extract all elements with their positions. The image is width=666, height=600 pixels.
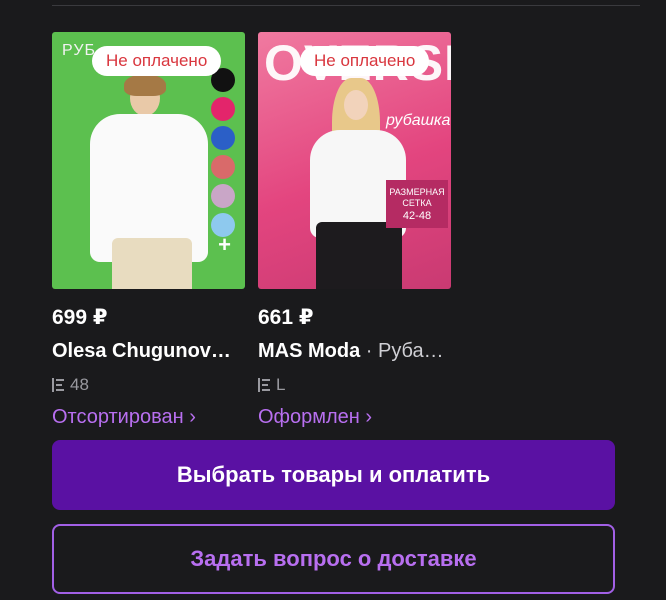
- color-swatches: [211, 68, 235, 237]
- order-status-link[interactable]: Оформлен ›: [258, 406, 451, 429]
- divider: [52, 5, 640, 6]
- product-list: РУБ + Не оплачено 699 ₽ Olesa Chugunov… …: [52, 32, 451, 429]
- product-size: 48: [52, 375, 245, 395]
- seller-name: Olesa Chugunov…: [52, 340, 231, 362]
- model-figure: [72, 62, 212, 289]
- size-icon: [52, 378, 64, 392]
- swatch: [211, 155, 235, 179]
- product-image-2[interactable]: OVERSIZE рубашка РАЗМЕРНАЯ СЕТКА 42-48 Н…: [258, 32, 451, 289]
- select-and-pay-button[interactable]: Выбрать товары и оплатить: [52, 440, 615, 510]
- payment-status-badge: Не оплачено: [300, 46, 430, 76]
- product-image-1[interactable]: РУБ + Не оплачено: [52, 32, 245, 289]
- swatch: [211, 97, 235, 121]
- payment-status-badge: Не оплачено: [92, 46, 222, 76]
- product-subtitle: · Руба…: [360, 340, 444, 362]
- image-caption: РУБ: [62, 42, 96, 59]
- product-card-1[interactable]: РУБ + Не оплачено 699 ₽ Olesa Chugunov… …: [52, 32, 245, 429]
- order-screen: РУБ + Не оплачено 699 ₽ Olesa Chugunov… …: [0, 0, 666, 600]
- swatch: [211, 184, 235, 208]
- order-status-link[interactable]: Отсортирован ›: [52, 406, 245, 429]
- plus-icon: +: [218, 232, 231, 257]
- size-value: 48: [70, 375, 89, 394]
- ask-delivery-question-button[interactable]: Задать вопрос о доставке: [52, 524, 615, 594]
- product-title[interactable]: MAS Moda · Руба…: [258, 340, 451, 363]
- size-chart-line: РАЗМЕРНАЯ: [389, 187, 445, 197]
- product-price: 661 ₽: [258, 306, 314, 329]
- size-icon: [258, 378, 270, 392]
- seller-name: MAS Moda: [258, 340, 361, 362]
- size-chart-tag: РАЗМЕРНАЯ СЕТКА 42-48: [386, 180, 448, 228]
- size-chart-line: 42-48: [402, 210, 432, 222]
- product-card-2[interactable]: OVERSIZE рубашка РАЗМЕРНАЯ СЕТКА 42-48 Н…: [258, 32, 451, 429]
- size-chart-line: СЕТКА: [402, 198, 432, 208]
- product-size: L: [258, 375, 451, 395]
- swatch: [211, 126, 235, 150]
- product-title[interactable]: Olesa Chugunov…: [52, 340, 245, 363]
- size-value: L: [276, 375, 286, 394]
- product-price: 699 ₽: [52, 306, 108, 329]
